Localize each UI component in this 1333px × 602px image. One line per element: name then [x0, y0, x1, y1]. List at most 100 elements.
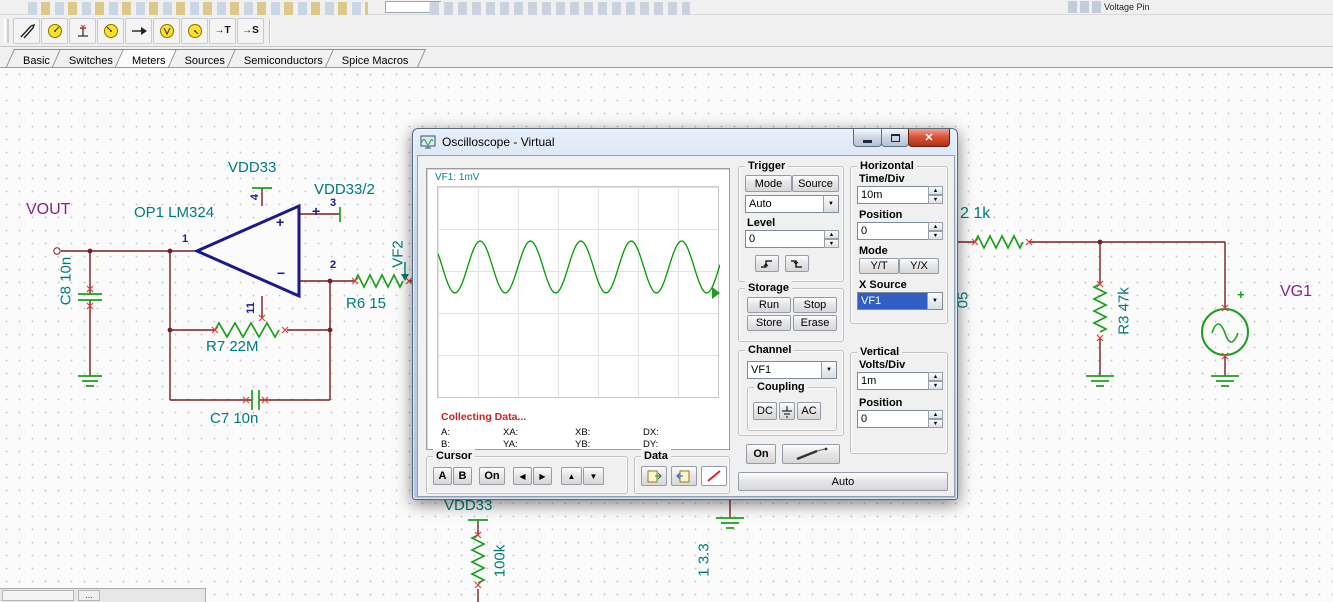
store-button[interactable]: Store [747, 315, 791, 331]
cursor-a-button[interactable]: A [433, 467, 452, 485]
cursor-down-button[interactable]: ▼ [583, 467, 604, 485]
coupling-dc-button[interactable]: DC [753, 402, 777, 420]
probe-clip-button[interactable] [13, 17, 40, 44]
label-c7[interactable]: C7 10n [210, 410, 258, 427]
voltage-arrow-button[interactable] [125, 17, 152, 44]
scope-plot-area[interactable] [437, 186, 720, 398]
title-bar[interactable]: Oscilloscope - Virtual ✕ [413, 129, 957, 155]
channel-combo[interactable]: VF1 ▼ [747, 361, 837, 379]
volts-div-input[interactable] [857, 372, 929, 390]
close-button[interactable]: ✕ [908, 129, 950, 147]
data-save-button[interactable] [671, 466, 697, 486]
label-vdd33-half[interactable]: VDD33/2 [314, 181, 375, 198]
spin-down-icon[interactable]: ▼ [824, 239, 839, 248]
spin-up-icon[interactable]: ▲ [824, 230, 839, 239]
h-position-input[interactable] [857, 222, 929, 240]
cursor-left-button[interactable]: ◀ [513, 467, 532, 485]
ammeter-button[interactable] [97, 17, 124, 44]
spin-down-icon[interactable]: ▼ [928, 195, 943, 204]
vout-terminal[interactable] [53, 247, 61, 255]
cursor-on-button[interactable]: On [479, 467, 505, 485]
spin-up-icon[interactable]: ▲ [928, 372, 943, 381]
tab-semiconductors[interactable]: Semiconductors [231, 49, 336, 67]
spin-down-icon[interactable]: ▼ [928, 419, 943, 428]
v-position-spinner[interactable]: ▲▼ [857, 410, 943, 428]
time-div-input[interactable] [857, 186, 929, 204]
scrollbar-thumb[interactable] [2, 590, 74, 601]
component-tabs: Basic Switches Meters Sources Semiconduc… [0, 47, 1333, 68]
toolbar-grip[interactable] [4, 18, 9, 43]
cutoff-icons-mid[interactable] [430, 2, 690, 15]
label-100k[interactable]: 100k [492, 545, 509, 578]
resistor-r2 [974, 234, 1024, 250]
data-erase-button[interactable] [701, 466, 727, 486]
vertical-group: Vertical Volts/Div ▲▼ Position ▲▼ [850, 345, 948, 454]
maximize-icon [890, 133, 900, 142]
pin-11: 11 [245, 302, 257, 314]
volts-div-spinner[interactable]: ▲▼ [857, 372, 943, 390]
trigger-level-spinner[interactable]: ▲▼ [745, 230, 839, 248]
trigger-falling-edge-button[interactable] [785, 255, 809, 272]
cursor-up-button[interactable]: ▲ [561, 467, 582, 485]
time-div-spinner[interactable]: ▲▼ [857, 186, 943, 204]
tab-spice-macros[interactable]: Spice Macros [329, 49, 422, 67]
channel-on-button[interactable]: On [746, 444, 776, 464]
cutoff-icons-right[interactable] [1068, 1, 1102, 13]
spin-up-icon[interactable]: ▲ [928, 186, 943, 195]
label-vdd33-top[interactable]: VDD33 [228, 159, 276, 176]
label-r3[interactable]: R3 47k [1116, 287, 1133, 335]
scrollbar-more-button[interactable]: ... [78, 590, 100, 601]
chevron-down-icon[interactable]: ▼ [821, 362, 836, 378]
probe-button[interactable] [782, 444, 840, 464]
trigger-mode-button[interactable]: Mode [745, 175, 792, 192]
volt-pin-button[interactable] [153, 17, 180, 44]
cursor-b-button[interactable]: B [453, 467, 472, 485]
top-toolbar-strip: ▼ Voltage Pin [0, 0, 1333, 15]
pin-1: 1 [182, 233, 189, 245]
label-r7[interactable]: R7 22M [206, 338, 259, 355]
close-icon: ✕ [924, 131, 934, 144]
run-button[interactable]: Run [747, 297, 791, 313]
cursor-right-button[interactable]: ▶ [533, 467, 552, 485]
coupling-ground-button[interactable] [779, 402, 795, 420]
maximize-button[interactable] [881, 129, 909, 147]
node-label-vg1[interactable]: VG1 [1280, 283, 1312, 301]
signal-to-t-button[interactable]: →T [209, 17, 236, 44]
x-source-combo[interactable]: VF1 ▼ [857, 292, 943, 310]
h-position-spinner[interactable]: ▲▼ [857, 222, 943, 240]
label-v33[interactable]: 1 3.3 [696, 543, 713, 576]
voltmeter-button[interactable] [41, 17, 68, 44]
label-vf2[interactable]: VF2 [390, 240, 407, 268]
minimize-button[interactable] [853, 129, 882, 147]
resistor-r7 [214, 321, 280, 339]
auto-button[interactable]: Auto [738, 472, 948, 491]
stop-button[interactable]: Stop [793, 297, 837, 313]
data-export-button[interactable] [641, 466, 667, 486]
yt-mode-button[interactable]: Y/T [859, 258, 899, 274]
v-position-input[interactable] [857, 410, 929, 428]
label-r6[interactable]: R6 15 [346, 295, 386, 312]
trigger-level-input[interactable] [745, 230, 825, 248]
meter-stand-button[interactable] [69, 17, 96, 44]
trigger-rising-edge-button[interactable] [755, 255, 779, 272]
spin-up-icon[interactable]: ▲ [928, 410, 943, 419]
signal-to-s-button[interactable]: →S [237, 17, 264, 44]
spin-down-icon[interactable]: ▼ [928, 381, 943, 390]
trigger-source-button[interactable]: Source [792, 175, 839, 192]
chevron-down-icon[interactable]: ▼ [823, 196, 838, 212]
chevron-down-icon[interactable]: ▼ [927, 293, 942, 309]
spin-up-icon[interactable]: ▲ [928, 222, 943, 231]
cutoff-icons-left[interactable] [28, 2, 368, 15]
spin-down-icon[interactable]: ▼ [928, 231, 943, 240]
node-label-vout[interactable]: VOUT [26, 201, 70, 219]
label-r2[interactable]: 2 1k [960, 205, 990, 223]
yx-mode-button[interactable]: Y/X [899, 258, 939, 274]
erase-button[interactable]: Erase [793, 315, 837, 331]
storage-group-title: Storage [745, 281, 792, 295]
label-op1[interactable]: OP1 LM324 [134, 204, 214, 221]
trigger-mode-combo[interactable]: Auto ▼ [745, 195, 839, 213]
coupling-ac-button[interactable]: AC [797, 402, 821, 420]
horizontal-scrollbar[interactable]: ... [0, 588, 206, 602]
label-c8[interactable]: C8 10n [58, 257, 75, 305]
power-meter-button[interactable] [181, 17, 208, 44]
